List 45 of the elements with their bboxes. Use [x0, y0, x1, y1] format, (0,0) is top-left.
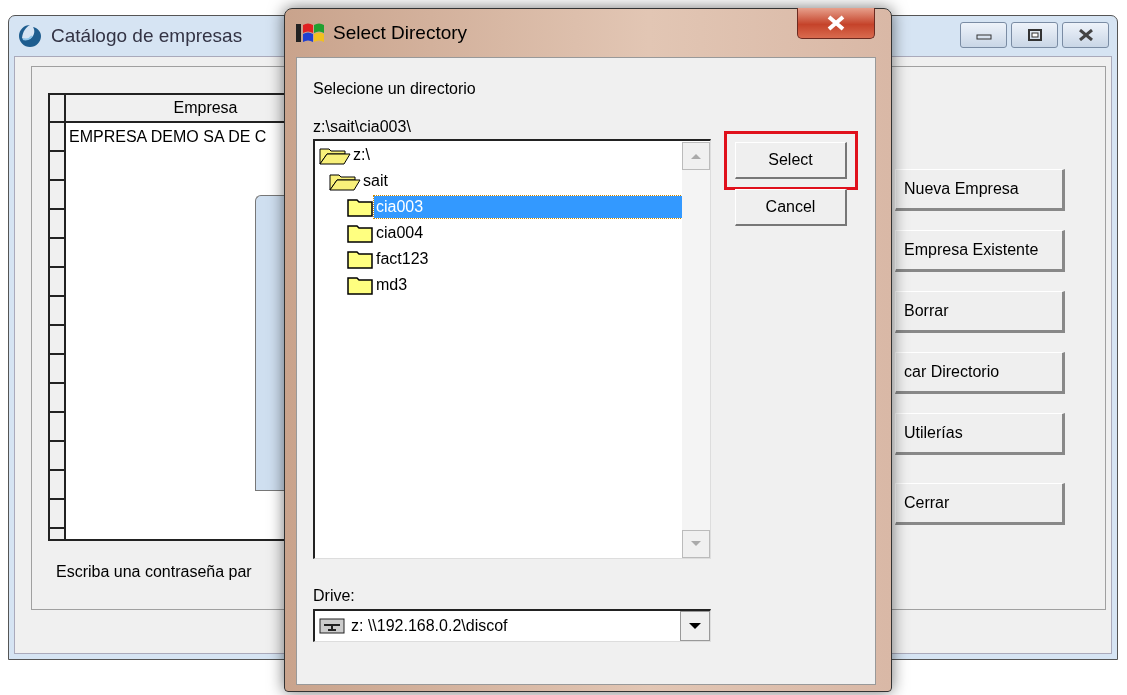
row-indicator[interactable]	[50, 268, 66, 297]
action-button[interactable]: Borrar	[895, 291, 1065, 333]
action-button[interactable]: car Directorio	[895, 352, 1065, 394]
drive-label: Drive:	[313, 587, 356, 605]
row-indicator[interactable]	[50, 181, 66, 210]
directory-list[interactable]: z:\ sait cia003 cia004 fact123 md3	[313, 139, 711, 559]
column-header[interactable]: Empresa	[66, 95, 285, 123]
row-indicator[interactable]	[50, 500, 66, 529]
row-indicator[interactable]	[50, 152, 66, 181]
window-title: Catálogo de empresas	[51, 25, 243, 47]
table-cell-text: EMPRESA DEMO SA DE C	[68, 127, 268, 147]
drive-dropdown[interactable]: z: \\192.168.0.2\discof	[313, 609, 711, 642]
windows-flag-icon	[296, 23, 324, 42]
close-button[interactable]	[1062, 22, 1109, 48]
row-indicator[interactable]	[50, 413, 66, 442]
dropdown-arrow-icon[interactable]	[688, 622, 702, 630]
row-indicator[interactable]	[50, 123, 66, 152]
row-indicator[interactable]	[50, 239, 66, 268]
restore-icon[interactable]	[1026, 29, 1043, 41]
maximize-button[interactable]	[1011, 22, 1058, 48]
row-indicator[interactable]	[50, 355, 66, 384]
dialog-button[interactable]: Cancel	[735, 189, 847, 226]
action-button[interactable]: Utilerías	[895, 413, 1065, 455]
tree-item[interactable]: z:\	[351, 144, 372, 166]
network-drive-icon	[319, 618, 345, 634]
action-button[interactable]: Cerrar	[895, 483, 1065, 525]
status-text: Escriba una contraseña par	[56, 563, 253, 581]
tree-item[interactable]: sait	[361, 170, 390, 192]
action-button[interactable]: Empresa Existente	[895, 230, 1065, 272]
tree-item[interactable]: md3	[374, 274, 410, 296]
row-indicator[interactable]	[50, 442, 66, 471]
prompt-text: Selecione un directorio	[313, 80, 477, 98]
tree-item[interactable]: cia004	[374, 222, 426, 244]
action-button[interactable]: Nueva Empresa	[895, 169, 1065, 211]
row-indicator[interactable]	[50, 210, 66, 239]
dialog-title: Select Directory	[333, 22, 469, 44]
row-indicator[interactable]	[50, 297, 66, 326]
row-indicator[interactable]	[50, 384, 66, 413]
app-logo-icon	[19, 25, 41, 47]
row-indicator[interactable]	[50, 471, 66, 500]
tree-item[interactable]: fact123	[374, 248, 431, 270]
current-path: z:\sait\cia003\	[313, 118, 412, 136]
close-icon[interactable]	[1077, 29, 1094, 41]
close-button[interactable]	[797, 8, 875, 39]
row-indicator[interactable]	[50, 326, 66, 355]
